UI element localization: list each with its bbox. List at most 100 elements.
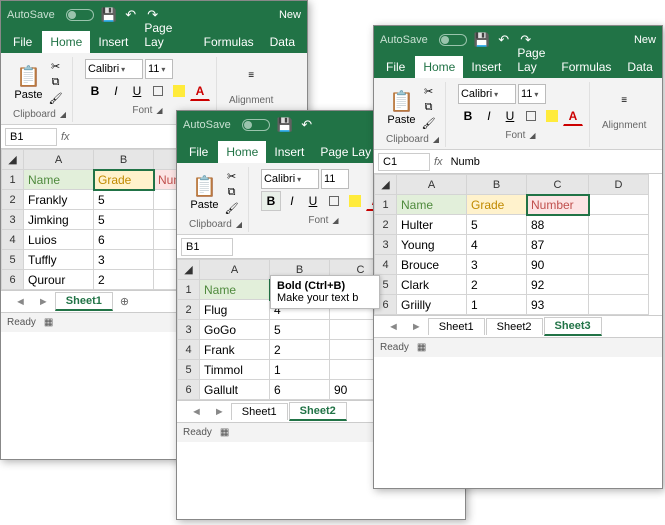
copy-icon[interactable]: ⧉ [420,100,438,114]
grid[interactable]: ◢ABCD 1NameGradeNumber 2Hulter588 3Young… [374,174,662,315]
cell[interactable]: 2 [94,270,154,290]
cell[interactable]: Frank [200,340,270,360]
row-header[interactable]: 1 [2,170,24,190]
tab-home[interactable]: Home [42,31,90,53]
sheet-nav-next-icon[interactable]: ► [32,296,55,308]
cell[interactable]: Name [200,280,270,300]
italic-button[interactable]: I [106,81,126,101]
cell[interactable]: 6 [94,230,154,250]
macro-record-icon[interactable]: ▦ [220,427,229,438]
underline-button[interactable]: U [303,191,323,211]
cell[interactable]: Brouce [397,255,467,275]
cell[interactable]: 5 [94,210,154,230]
dialog-launcher-icon[interactable]: ◢ [236,220,242,229]
sheet-tab-1[interactable]: Sheet1 [428,318,485,335]
cell[interactable]: 5 [94,190,154,210]
sheet-nav-prev-icon[interactable]: ◄ [9,296,32,308]
tab-home[interactable]: Home [415,56,463,78]
cell[interactable]: 1 [467,295,527,315]
border-button[interactable] [521,106,541,126]
font-name-select[interactable]: Calibri▾ [85,59,143,79]
tab-page-layout[interactable]: Page Lay [312,141,379,163]
cell[interactable]: Name [24,170,94,190]
cell[interactable]: Frankly [24,190,94,210]
autosave-toggle[interactable] [242,119,270,131]
cell[interactable]: Name [397,195,467,215]
cell[interactable]: 5 [270,320,330,340]
bold-button[interactable]: B [261,191,281,211]
cell[interactable]: 1 [270,360,330,380]
font-size-select[interactable]: 11▾ [518,84,546,104]
cell[interactable]: 4 [467,235,527,255]
tab-file[interactable]: File [5,31,42,53]
alignment-button[interactable]: ≡ [239,59,263,91]
font-color-button[interactable]: A [563,106,583,126]
cell[interactable]: Tuffly [24,250,94,270]
italic-button[interactable]: I [479,106,499,126]
tab-formulas[interactable]: Formulas [196,31,262,53]
cell[interactable]: 88 [527,215,589,235]
sheet-nav-prev-icon[interactable]: ◄ [185,406,208,418]
cell[interactable]: 6 [270,380,330,400]
font-name-select[interactable]: Calibri▾ [261,169,319,189]
select-all[interactable]: ◢ [375,175,397,195]
col-header-d[interactable]: D [589,175,649,195]
tab-formulas[interactable]: Formulas [553,56,619,78]
col-header-a[interactable]: A [200,260,270,280]
fill-color-button[interactable] [345,191,365,211]
border-button[interactable] [324,191,344,211]
cell[interactable]: 90 [527,255,589,275]
name-box[interactable] [5,128,57,146]
select-all[interactable]: ◢ [2,150,24,170]
dialog-launcher-icon[interactable]: ◢ [60,110,66,119]
cell[interactable]: 92 [527,275,589,295]
cell-selected[interactable]: Number [527,195,589,215]
alignment-button[interactable]: ≡ [612,84,636,116]
paste-button[interactable]: 📋 Paste [14,63,42,101]
paste-button[interactable]: 📋 Paste [387,88,415,126]
cell[interactable]: Qurour [24,270,94,290]
sheet-tab-3[interactable]: Sheet3 [544,317,602,336]
fx-icon[interactable]: fx [61,131,70,143]
font-size-select[interactable]: 11 [321,169,349,189]
underline-button[interactable]: U [500,106,520,126]
tab-data[interactable]: Data [619,56,660,78]
border-button[interactable] [148,81,168,101]
sheet-nav-next-icon[interactable]: ► [208,406,231,418]
name-box[interactable] [378,153,430,171]
macro-record-icon[interactable]: ▦ [44,317,53,328]
italic-button[interactable]: I [282,191,302,211]
cut-icon[interactable]: ✂ [223,169,241,183]
macro-record-icon[interactable]: ▦ [417,342,426,353]
select-all[interactable]: ◢ [178,260,200,280]
dialog-launcher-icon[interactable]: ◢ [433,135,439,144]
dialog-launcher-icon[interactable]: ◢ [156,106,162,115]
save-icon[interactable]: 💾 [278,118,292,132]
bold-button[interactable]: B [458,106,478,126]
tab-file[interactable]: File [181,141,218,163]
font-name-select[interactable]: Calibri▾ [458,84,516,104]
sheet-tab-2[interactable]: Sheet2 [486,318,543,335]
cell-selected[interactable]: Grade [94,170,154,190]
autosave-toggle[interactable] [439,34,467,46]
fill-color-button[interactable] [542,106,562,126]
tab-page-layout[interactable]: Page Lay [136,17,195,53]
cell[interactable]: 87 [527,235,589,255]
cell[interactable]: 2 [270,340,330,360]
add-sheet-icon[interactable]: ⊕ [114,295,135,308]
cell[interactable]: Flug [200,300,270,320]
col-header-b[interactable]: B [94,150,154,170]
paste-button[interactable]: 📋 Paste [190,173,218,211]
cell[interactable]: Timmol [200,360,270,380]
cut-icon[interactable]: ✂ [47,59,65,73]
fx-icon[interactable]: fx [434,156,443,168]
sheet-tab-2[interactable]: Sheet2 [289,402,347,421]
cell[interactable]: 2 [467,275,527,295]
col-header-b[interactable]: B [467,175,527,195]
tab-file[interactable]: File [378,56,415,78]
cell[interactable]: Young [397,235,467,255]
sheet-nav-prev-icon[interactable]: ◄ [382,321,405,333]
font-size-select[interactable]: 11▾ [145,59,173,79]
cell[interactable]: GoGo [200,320,270,340]
tab-page-layout[interactable]: Page Lay [509,42,553,78]
